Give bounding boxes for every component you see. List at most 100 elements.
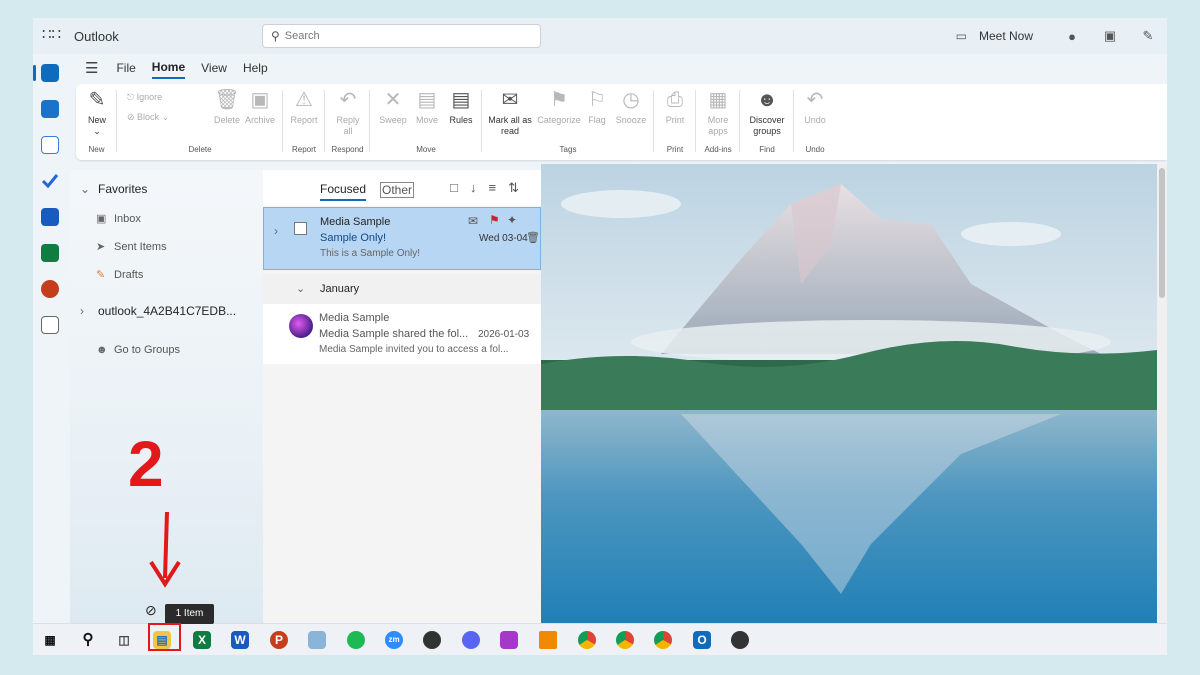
clipchamp-icon[interactable] [500,631,518,649]
block-button[interactable]: ⊘ Block ⌄ [127,112,169,123]
print-button[interactable]: ⎙ Print [658,88,692,126]
list-item[interactable]: Media Sample Media Sample shared the fol… [263,304,541,364]
undo-label: Undo [804,115,826,125]
group-label-report: Report [291,145,316,154]
avatar [289,314,313,338]
expand-chevron-icon[interactable]: › [274,224,278,238]
favorites-label: Favorites [98,182,148,196]
folder-inbox[interactable]: ▣ Inbox [96,212,141,225]
undo-icon: ↶ [806,89,824,111]
app-icon[interactable] [308,631,326,649]
mark-all-read-button[interactable]: ✉ Mark all as read [484,88,536,137]
windows-start-icon[interactable]: ▦ [41,631,59,649]
flag-label: Flag [588,115,606,125]
meet-now-button[interactable]: ▭ Meet Now [956,29,1033,43]
vlc-icon[interactable] [539,631,557,649]
menu-view[interactable]: View [201,58,227,78]
app-launcher-icon[interactable]: ∷∷ [42,27,61,42]
trash-icon: 🗑 [214,89,240,111]
discover-label-2: groups [753,126,781,136]
send-icon: ➤ [96,241,106,253]
chrome-icon[interactable] [616,631,634,649]
delete-button[interactable]: 🗑 Delete [211,88,243,126]
obs-icon[interactable] [731,631,749,649]
my-day-icon[interactable]: ▣ [1091,28,1129,44]
move-button[interactable]: ▤ Move [410,88,444,126]
reading-pane-background [541,164,1157,625]
task-view-icon[interactable]: ◫ [115,631,133,649]
tab-focused[interactable]: Focused [320,182,367,201]
archive-button[interactable]: ▣ Archive [243,88,277,126]
tab-other[interactable]: Other [380,182,415,198]
teams-icon[interactable]: ● [1053,29,1091,44]
select-checkbox[interactable] [294,222,307,235]
search-input[interactable]: ⚲ Search [262,24,541,48]
todo-icon[interactable] [41,172,59,190]
excel-icon[interactable] [41,244,59,262]
chrome-icon[interactable] [654,631,672,649]
undo-button[interactable]: ↶ Undo [798,88,832,126]
ribbon-group-move: ✕ Sweep ▤ Move ▤ Rules Move [370,88,482,156]
more-apps-icon[interactable] [41,316,59,334]
go-to-groups-link[interactable]: ☻ Go to Groups [96,344,180,356]
reply-all-button[interactable]: ↶ Reply all [331,88,365,137]
word-icon[interactable] [41,208,59,226]
ignore-button[interactable]: ⎋ Ignore [127,92,162,103]
snooze-button[interactable]: ◷ Snooze [612,88,650,126]
excel-icon[interactable]: X [193,631,211,649]
calendar-icon[interactable] [41,100,59,118]
reading-pane-scrollbar[interactable] [1157,164,1167,625]
group-header-january[interactable]: ⌄ January [263,274,541,304]
report-button[interactable]: ⚠ Report [287,88,321,126]
new-mail-button[interactable]: ✎ New ⌄ [82,88,112,137]
trash-icon[interactable]: 🗑 [526,231,540,244]
categorize-button[interactable]: ⚑ Categorize [536,88,582,126]
spotify-icon[interactable] [347,631,365,649]
account-header[interactable]: › outlook_4A2B41C7EDB... [80,304,236,318]
zoom-icon[interactable]: zm [385,631,403,649]
powerpoint-icon[interactable]: P [270,631,288,649]
search-icon[interactable]: ⚲ [79,631,97,649]
more-apps-button[interactable]: ▦ More apps [701,88,735,137]
people-icon[interactable] [41,136,59,154]
menu-home[interactable]: Home [151,57,186,79]
discord-icon[interactable] [462,631,480,649]
folder-sent-items[interactable]: ➤ Sent Items [96,240,167,253]
powerpoint-icon[interactable] [41,280,59,298]
menu-file[interactable]: File [116,58,135,78]
rules-button[interactable]: ▤ Rules [444,88,478,126]
subject: Sample Only! [320,232,387,244]
jump-down-icon[interactable]: ↓ [470,180,489,195]
ribbon-group-new: ✎ New ⌄ New [76,88,117,156]
inbox-icon: ▣ [96,213,107,225]
list-item[interactable]: › Media Sample Sample Only! This is a Sa… [263,207,541,270]
video-camera-icon: ▭ [955,29,967,43]
menu-help[interactable]: Help [243,58,268,78]
favorites-header[interactable]: ⌄ Favorites [80,182,147,196]
envelope-icon[interactable]: ✉ [468,214,478,228]
chrome-icon[interactable] [578,631,596,649]
flag-icon[interactable]: ⚑ [489,213,500,227]
sort-icon[interactable]: ⇅ [508,180,531,195]
hamburger-icon[interactable]: ☰ [85,59,98,77]
sweep-button[interactable]: ✕ Sweep [376,88,410,126]
folder-drafts[interactable]: ✎ Drafts [96,268,143,281]
discover-groups-button[interactable]: ☻ Discover groups [744,88,790,137]
windows-taskbar: ▦ ⚲ ◫ ▤ X W P zm O [33,623,1167,655]
scrollbar-thumb[interactable] [1159,168,1165,298]
filter-icon[interactable]: ≡ [489,180,509,195]
word-icon[interactable]: W [231,631,249,649]
ribbon-group-delete: ⎋ Ignore ⊘ Block ⌄ 🗑 Delete ▣ Archive Dele… [117,88,283,156]
compose-icon: ✎ [88,89,106,111]
outlook-icon[interactable]: O [693,631,711,649]
obs-icon[interactable] [423,631,441,649]
pin-icon[interactable]: ✦ [507,213,517,227]
mark-read-label-2: read [500,126,519,136]
block-label: Block [137,112,160,122]
mountain-lake-image [541,164,1157,625]
feedback-icon[interactable]: ✎ [1129,28,1167,44]
group-header-label: January [320,283,360,295]
mail-icon[interactable] [33,64,59,82]
select-icon[interactable]: □ [450,180,470,195]
flag-button[interactable]: ⚐ Flag [582,88,612,126]
